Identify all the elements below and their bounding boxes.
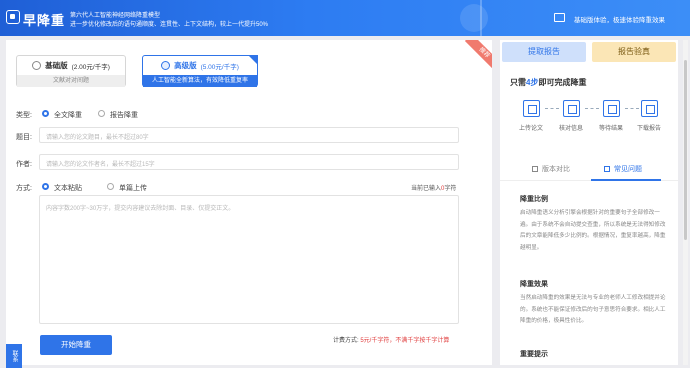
step-upload: 上传论文 — [510, 100, 552, 132]
type-report-radio[interactable] — [98, 110, 105, 117]
banner-decoration-line — [480, 0, 482, 36]
faq-answer-1: 启动降重语义分析引擎会根据针对的重要句子全部修改一遍。由于系统不会自动提交查重，… — [520, 210, 666, 251]
content-textarea[interactable]: 内容字数200字~30万字，提交内容建议去除封面、目录、仅提交正文。 — [39, 195, 459, 324]
version-advanced-card[interactable]: 高级版 (5.00元/千字) 人工智能全新算法，有效降低重复率 — [142, 55, 258, 87]
main-panel: 基础版 (2.00元/千字) 文献对对间题 高级版 (5.00元/千字) 人工智… — [6, 40, 492, 368]
faq-question-1: 降重比例 — [520, 196, 548, 203]
method-paste-label[interactable]: 文本粘贴 — [54, 183, 82, 193]
type-full-radio[interactable] — [42, 110, 49, 117]
contact-tab[interactable]: 联系 — [6, 344, 22, 368]
tab-faq[interactable]: 常见问题 — [604, 164, 642, 174]
method-upload-radio[interactable] — [107, 183, 114, 190]
advanced-version-name: 高级版 — [174, 61, 197, 70]
method-upload-label[interactable]: 单篇上传 — [119, 183, 147, 193]
basic-version-name: 基础版 — [45, 61, 68, 70]
type-report-label[interactable]: 报告降重 — [110, 110, 138, 120]
title-input[interactable]: 请输入您的论文题目，最长不超过80字 — [39, 127, 459, 143]
method-paste-radio[interactable] — [42, 183, 49, 190]
advanced-version-icon — [161, 61, 171, 70]
tab-version-compare[interactable]: 版本对比 — [532, 164, 570, 174]
recommend-ribbon: 推荐 — [458, 40, 492, 74]
basic-version-icon — [32, 61, 42, 70]
start-button[interactable]: 开始降重 — [40, 335, 112, 355]
step-wait: 等待结果 — [590, 100, 632, 132]
author-input[interactable]: 请输入您的论文作者名，最长不超过15字 — [39, 154, 459, 170]
slogan-line2: 进一步优化修改后的语句通顺度、连贯性、上下文结构，较上一代提升50% — [70, 22, 269, 28]
logo-icon — [6, 10, 20, 24]
type-label: 类型: — [16, 112, 32, 119]
faq-icon — [604, 166, 610, 172]
scrollbar-thumb[interactable] — [684, 60, 687, 240]
type-full-label[interactable]: 全文降重 — [54, 110, 82, 120]
steps-title: 只需4步即可完成降重 — [510, 78, 587, 87]
step-verify: 核对信息 — [550, 100, 592, 132]
char-counter: 当前已输入0字符 — [411, 186, 457, 192]
version-basic-card[interactable]: 基础版 (2.00元/千字) 文献对对间题 — [16, 55, 126, 87]
logo-text[interactable]: 早降重 — [23, 10, 65, 29]
price-info: 计费方式: 5元/千字符，不满千字按千字计算 — [333, 338, 450, 344]
verify-icon — [562, 100, 580, 117]
ribbon-label: 推荐 — [464, 40, 492, 73]
tab-active-indicator — [591, 179, 661, 181]
advanced-version-desc: 人工智能全新算法，有效降低重复率 — [143, 75, 257, 87]
slogan-line1: 第六代人工智能神经网络降重模型 — [70, 13, 161, 19]
author-label: 作者: — [16, 161, 32, 168]
trial-icon — [554, 13, 565, 22]
faq-question-3: 重要提示 — [520, 351, 548, 358]
method-label: 方式: — [16, 185, 32, 192]
price-value: 5元/千字符，不满千字按千字计算 — [360, 338, 450, 344]
title-label: 题目: — [16, 134, 32, 141]
sidebar: 提取报告 报告验真 只需4步即可完成降重 上传论文 核对信息 等待结果 下载报告… — [500, 40, 678, 365]
basic-version-price: (2.00元/千字) — [71, 63, 110, 71]
download-icon — [640, 100, 658, 117]
step-download: 下载报告 — [628, 100, 670, 132]
faq-question-2: 降重效果 — [520, 281, 548, 288]
advanced-version-price: (5.00元/千字) — [200, 63, 239, 71]
trial-link[interactable]: 基础版体验，极速体验降重效果 — [574, 14, 665, 24]
upload-icon — [522, 100, 540, 117]
top-banner: 早降重 第六代人工智能神经网络降重模型 进一步优化修改后的语句通顺度、连贯性、上… — [0, 0, 690, 36]
compare-icon — [532, 166, 538, 172]
banner-decoration — [460, 4, 488, 32]
basic-version-desc: 文献对对间题 — [17, 75, 125, 87]
verify-report-button[interactable]: 报告验真 — [592, 42, 676, 62]
extract-report-button[interactable]: 提取报告 — [502, 42, 586, 62]
sidebar-tabs: 版本对比 常见问题 — [500, 157, 678, 181]
wait-icon — [602, 100, 620, 117]
selected-check-icon — [248, 55, 258, 65]
faq-answer-2: 当然启动降重的效果是无法与专业的老师人工修改相提并论的。系统也不能保证修改后的句… — [520, 295, 666, 324]
